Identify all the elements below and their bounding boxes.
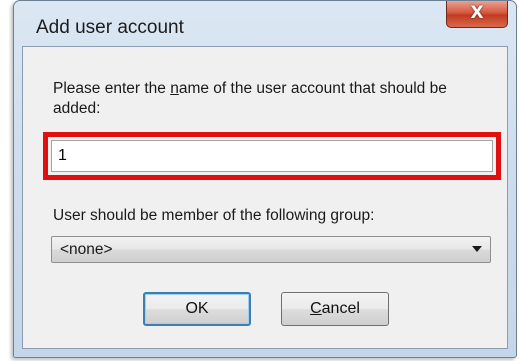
- chevron-down-icon: [472, 246, 482, 252]
- label-text: Please enter the: [53, 80, 171, 97]
- label-accelerator: n: [170, 80, 179, 97]
- group-select-value: <none>: [60, 241, 113, 258]
- button-accelerator: C: [310, 300, 322, 317]
- dialog-title: Add user account: [36, 17, 184, 38]
- close-button[interactable]: X: [446, 1, 508, 28]
- dialog-content: Please enter the name of the user accoun…: [22, 46, 508, 349]
- label-text: User should be member of the following: [53, 207, 331, 224]
- account-name-label: Please enter the name of the user accoun…: [53, 79, 493, 119]
- label-text: roup:: [339, 207, 375, 224]
- group-select[interactable]: <none>: [51, 236, 491, 263]
- button-label: ancel: [321, 300, 360, 317]
- cancel-button[interactable]: Cancel: [281, 292, 389, 326]
- dialog-window: Add user account X Please enter the name…: [13, 0, 517, 358]
- account-name-input[interactable]: 1: [51, 140, 493, 172]
- label-accelerator: g: [330, 207, 340, 224]
- highlight-box: 1: [43, 132, 501, 180]
- group-label: User should be member of the following g…: [53, 206, 493, 226]
- close-icon: X: [470, 3, 484, 23]
- ok-button[interactable]: OK: [143, 292, 251, 326]
